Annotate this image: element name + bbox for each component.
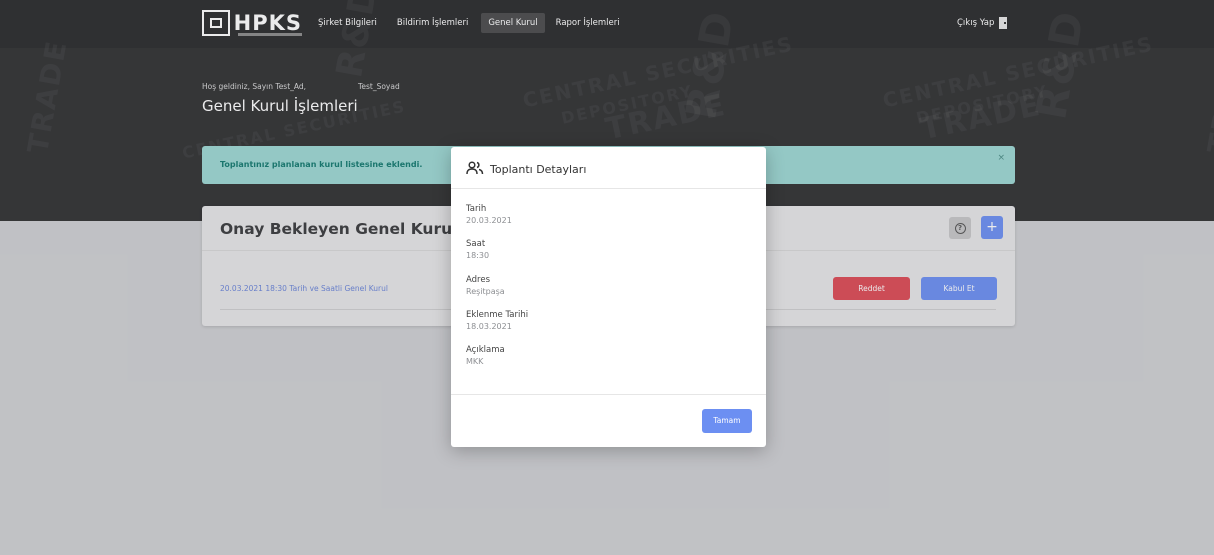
field-label: Tarih (466, 204, 487, 214)
field-value: Reşitpaşa (466, 287, 505, 296)
field-saat: Saat 18:30 (466, 239, 489, 260)
field-value: 20.03.2021 (466, 216, 512, 225)
field-eklenme-tarihi: Eklenme Tarihi 18.03.2021 (466, 310, 528, 331)
meeting-details-modal: Toplantı Detayları Tarih 20.03.2021 Saat… (451, 147, 766, 447)
field-label: Eklenme Tarihi (466, 310, 529, 320)
modal-header: Toplantı Detayları (451, 147, 766, 189)
field-tarih: Tarih 20.03.2021 (466, 204, 512, 225)
field-value: 18.03.2021 (466, 322, 512, 331)
field-aciklama: Açıklama MKK (466, 345, 505, 366)
field-value: MKK (466, 357, 484, 366)
modal-title: Toplantı Detayları (490, 163, 587, 176)
ok-button[interactable]: Tamam (702, 409, 752, 433)
field-label: Saat (466, 239, 486, 249)
users-icon (466, 161, 484, 175)
field-value: 18:30 (466, 251, 490, 260)
field-label: Açıklama (466, 345, 505, 355)
field-label: Adres (466, 275, 491, 285)
modal-footer-divider (451, 394, 766, 395)
field-adres: Adres Reşitpaşa (466, 275, 505, 296)
